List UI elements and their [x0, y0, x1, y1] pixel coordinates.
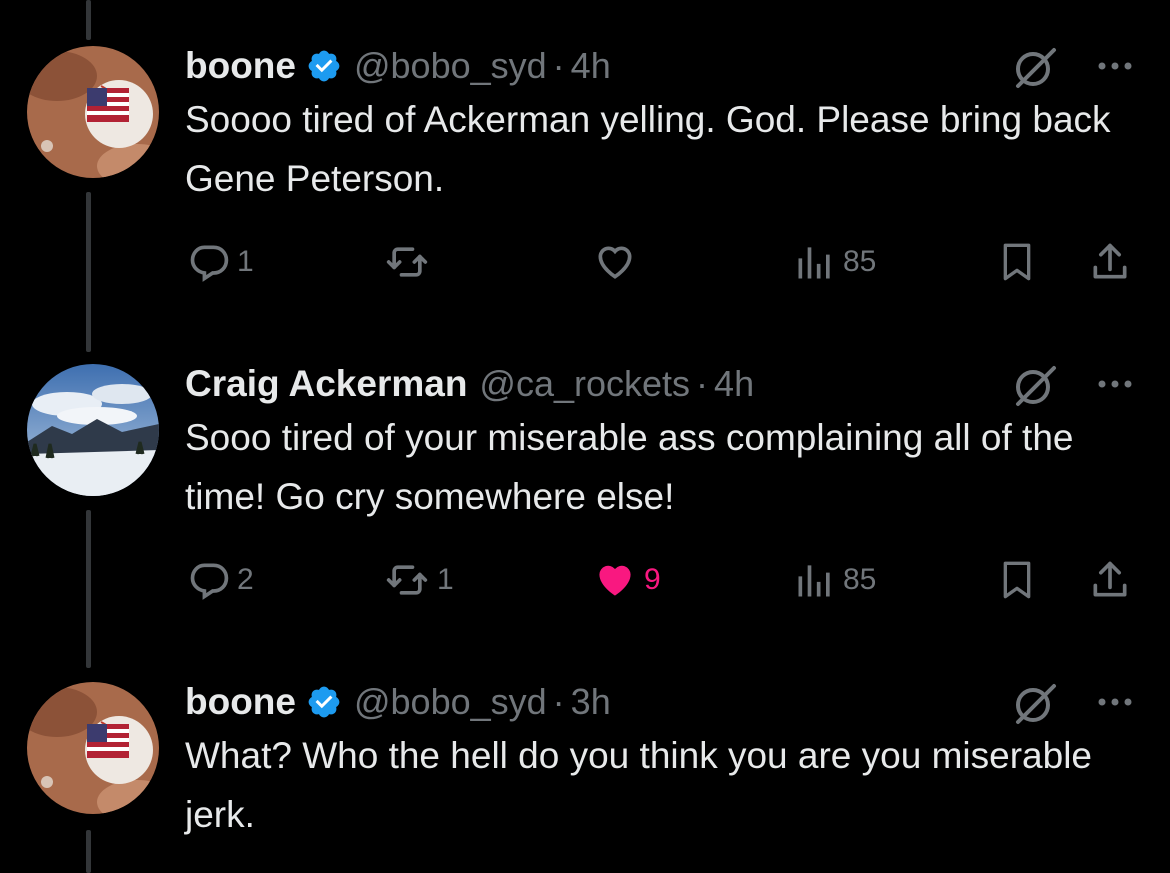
grok-icon[interactable]	[1010, 42, 1060, 92]
repost-count: 1	[437, 563, 454, 596]
repost-button[interactable]: 1	[383, 550, 454, 610]
action-bar: 2 1 9 85	[0, 550, 1170, 610]
tweet-header: boone @bobo_syd · 3h	[185, 672, 611, 732]
bookmark-button[interactable]	[997, 550, 1037, 610]
tweet[interactable]: boone @bobo_syd · 3h What? Who the hell …	[0, 672, 1170, 873]
repost-icon	[386, 565, 428, 595]
thread-line	[86, 0, 91, 40]
grok-icon[interactable]	[1010, 678, 1060, 728]
user-handle[interactable]: @bobo_syd	[354, 681, 547, 723]
views-button[interactable]: 85	[793, 550, 876, 610]
like-count: 9	[644, 563, 661, 596]
display-name[interactable]: boone	[185, 45, 296, 87]
avatar[interactable]	[27, 682, 159, 814]
repost-button[interactable]	[383, 232, 437, 292]
tweet-text: Soooo tired of Ackerman yelling. God. Pl…	[185, 99, 1111, 199]
views-icon	[798, 247, 830, 279]
like-icon	[598, 246, 632, 279]
reply-icon	[190, 563, 229, 600]
share-button[interactable]	[1088, 550, 1132, 610]
reply-count: 1	[237, 245, 254, 278]
verified-badge-icon	[306, 684, 342, 720]
reply-button[interactable]: 1	[187, 232, 254, 292]
views-icon	[798, 565, 830, 597]
like-icon	[599, 565, 631, 596]
user-handle[interactable]: @ca_rockets	[479, 363, 690, 405]
reply-icon	[190, 245, 229, 282]
bookmark-button[interactable]	[997, 232, 1037, 292]
repost-icon	[386, 247, 428, 277]
tweet-text: Sooo tired of your miserable ass complai…	[185, 417, 1074, 517]
display-name[interactable]: boone	[185, 681, 296, 723]
display-name[interactable]: Craig Ackerman	[185, 363, 467, 405]
reply-button[interactable]: 2	[187, 550, 254, 610]
tweet-header: Craig Ackerman @ca_rockets · 4h	[185, 354, 754, 414]
tweet[interactable]: boone @bobo_syd · 4h Soooo tired of Acke…	[0, 36, 1170, 336]
more-icon[interactable]	[1090, 682, 1140, 722]
like-button[interactable]: 9	[592, 550, 661, 610]
separator-dot: ·	[696, 363, 709, 404]
grok-icon[interactable]	[1010, 360, 1060, 410]
avatar[interactable]	[27, 364, 159, 496]
separator-dot: ·	[552, 45, 565, 86]
timestamp[interactable]: 4h	[571, 45, 611, 87]
views-count: 85	[843, 245, 877, 278]
share-icon	[1093, 561, 1127, 597]
user-handle[interactable]: @bobo_syd	[354, 45, 547, 87]
share-icon	[1093, 243, 1127, 279]
more-icon[interactable]	[1090, 46, 1140, 86]
tweet-text: What? Who the hell do you think you are …	[185, 735, 1092, 835]
timestamp[interactable]: 4h	[714, 363, 754, 405]
share-button[interactable]	[1088, 232, 1132, 292]
tweet-header: boone @bobo_syd · 4h	[185, 36, 611, 96]
verified-badge-icon	[306, 48, 342, 84]
more-icon[interactable]	[1090, 364, 1140, 404]
bookmark-icon	[1003, 243, 1031, 281]
views-button[interactable]: 85	[793, 232, 876, 292]
tweet[interactable]: Craig Ackerman @ca_rockets · 4h Sooo tir…	[0, 354, 1170, 654]
like-button[interactable]	[592, 232, 644, 292]
reply-count: 2	[237, 563, 254, 596]
separator-dot: ·	[552, 681, 565, 722]
avatar[interactable]	[27, 46, 159, 178]
timestamp[interactable]: 3h	[571, 681, 611, 723]
views-count: 85	[843, 563, 877, 596]
bookmark-icon	[1003, 561, 1031, 599]
action-bar: 1 85	[0, 232, 1170, 292]
